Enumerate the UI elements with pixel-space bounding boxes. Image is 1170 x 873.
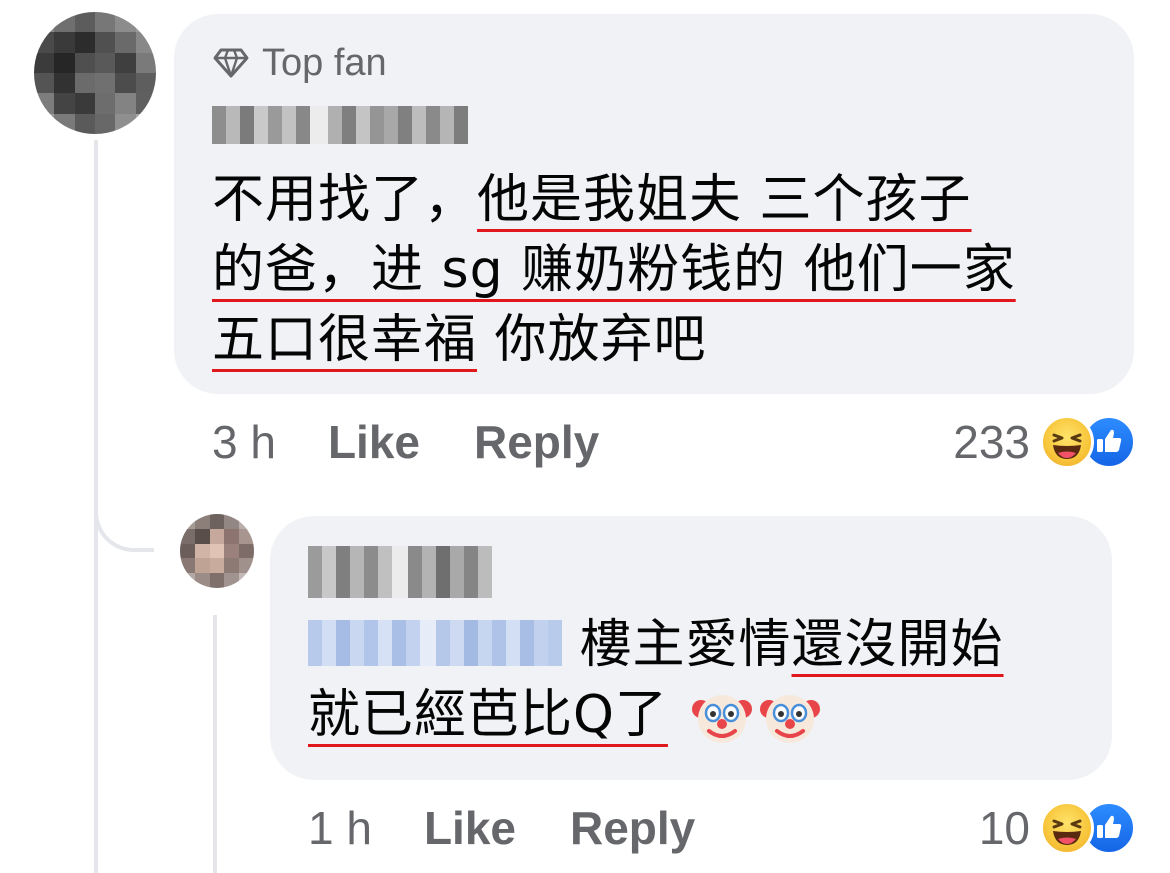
reaction-count: 233 (953, 416, 1030, 468)
badge-label: Top fan (262, 41, 387, 84)
timestamp[interactable]: 3 h (212, 415, 276, 469)
clown-face-icon (760, 695, 821, 743)
comment-text: 不用找了，他是我姐夫 三个孩子 的爸，进 sg 赚奶粉钱的 他们一家 五口很幸福… (212, 170, 1016, 370)
reply-button[interactable]: Reply (570, 801, 695, 855)
reaction-count: 10 (978, 802, 1030, 854)
mention-tag[interactable] (308, 620, 562, 666)
thread-connector-curve (94, 440, 154, 552)
timestamp[interactable]: 1 h (308, 801, 372, 855)
like-button[interactable]: Like (424, 801, 516, 855)
reply-button[interactable]: Reply (474, 415, 599, 469)
avatar[interactable] (34, 12, 156, 134)
haha-reaction-icon (1040, 801, 1094, 855)
top-fan-badge: Top fan (212, 40, 387, 86)
diamond-icon (213, 48, 249, 78)
reaction-summary[interactable]: 10 (979, 798, 1136, 858)
thread-line-reply (213, 615, 217, 873)
reaction-summary[interactable]: 233 (953, 412, 1136, 472)
haha-reaction-icon (1040, 415, 1094, 469)
like-button[interactable]: Like (328, 415, 420, 469)
reply-text: 樓主愛情還沒開始 就已經芭比Q了 (308, 610, 1088, 750)
reply-commenter-name[interactable] (308, 546, 492, 598)
commenter-name[interactable] (212, 106, 468, 144)
clown-face-icon (692, 695, 753, 743)
comment-actions: 3 h Like Reply (212, 414, 653, 470)
reply-actions: 1 h Like Reply (308, 800, 749, 856)
reply-avatar[interactable] (180, 514, 254, 588)
